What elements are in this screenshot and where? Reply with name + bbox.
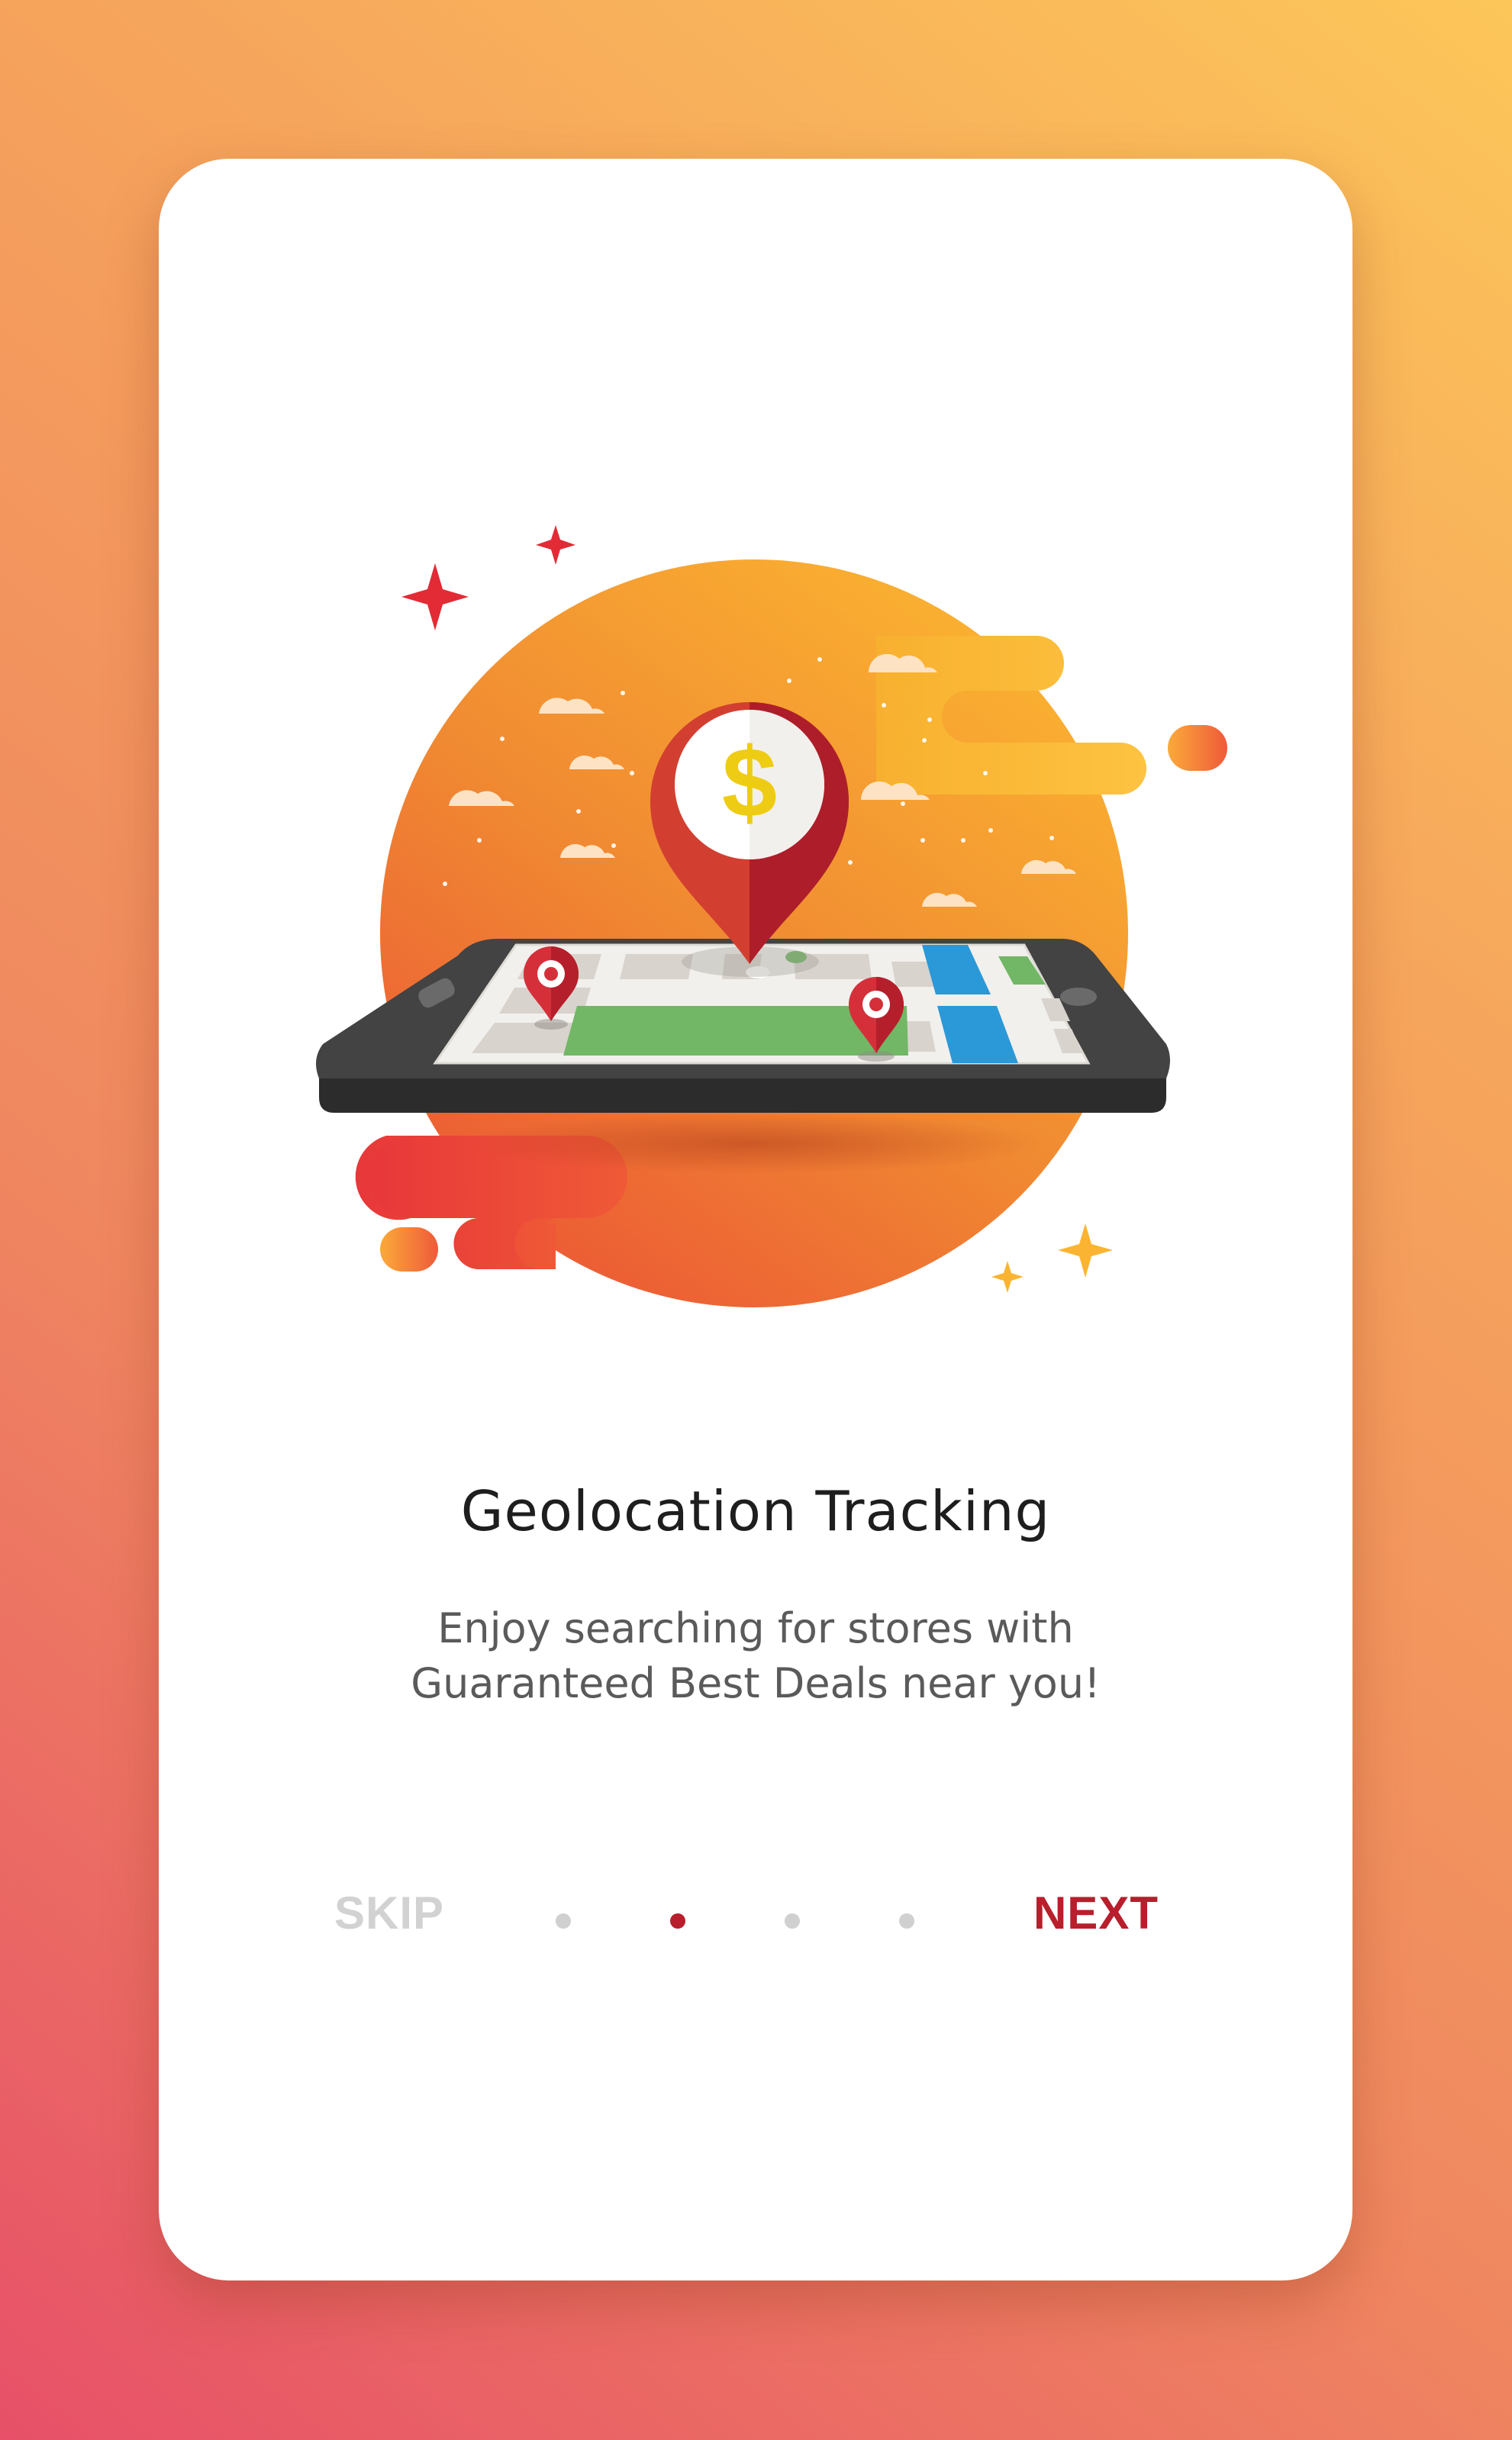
pagination-dot[interactable] xyxy=(785,1913,800,1929)
onboarding-description: Enjoy searching for stores with Guarante… xyxy=(411,1604,1101,1707)
pagination-dot-active[interactable] xyxy=(670,1913,685,1929)
streak-blob xyxy=(1168,725,1227,771)
streak-blob xyxy=(380,1227,438,1272)
pagination-dots xyxy=(556,1913,937,1932)
onboarding-title: Geolocation Tracking xyxy=(460,1479,1051,1543)
sparkle-star-icon xyxy=(401,563,469,630)
svg-text:$: $ xyxy=(722,727,777,838)
sparkle-star-icon xyxy=(1058,1223,1113,1278)
phone-shadow xyxy=(464,1113,1044,1174)
onboarding-card: $ Geolocation Tracking Enjoy searching f… xyxy=(159,159,1352,2280)
pagination-dot[interactable] xyxy=(556,1913,571,1929)
sparkle-star-icon xyxy=(536,525,575,565)
skip-button[interactable]: SKIP xyxy=(334,1887,444,1939)
sparkle-star-icon xyxy=(991,1261,1024,1293)
pagination-dot[interactable] xyxy=(899,1913,914,1929)
geolocation-illustration: $ xyxy=(316,525,1227,1307)
next-button[interactable]: NEXT xyxy=(1033,1887,1159,1939)
